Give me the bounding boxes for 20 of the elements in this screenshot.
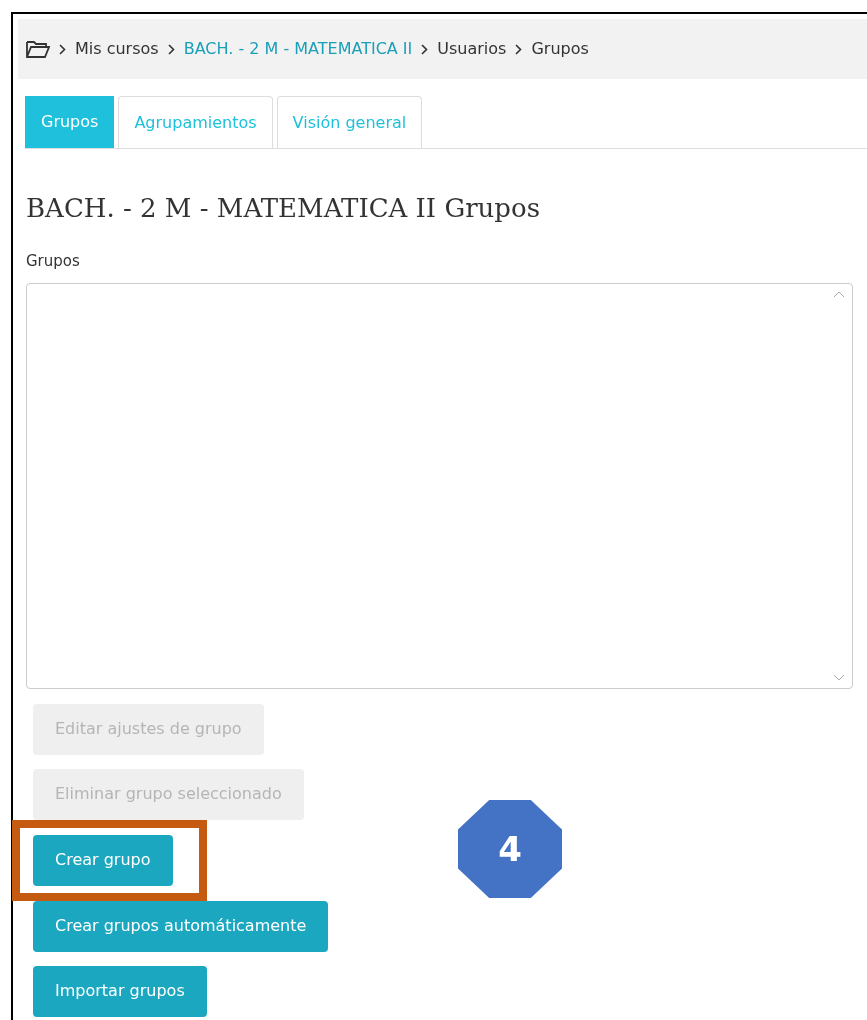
action-button[interactable]: Crear grupo: [33, 834, 173, 886]
scroll-down-icon[interactable]: [833, 673, 845, 682]
folder-icon: [26, 39, 50, 59]
chevron-icon: [515, 43, 523, 55]
chevron-icon: [421, 43, 429, 55]
chevron-icon: [59, 43, 66, 55]
breadcrumb-item[interactable]: Grupos: [531, 37, 589, 61]
action-button[interactable]: Crear grupos automáticamente: [33, 900, 329, 952]
tab[interactable]: Grupos: [25, 96, 115, 148]
scroll-up-icon[interactable]: [833, 289, 845, 298]
tab[interactable]: Visión general: [276, 96, 423, 148]
tab[interactable]: Agrupamientos: [118, 96, 273, 148]
chevron-icon: [167, 43, 175, 55]
page-heading: BACH. - 2 M - MATEMATICA II Grupos: [26, 192, 541, 225]
step-number-badge: 4: [458, 800, 562, 898]
action-button[interactable]: Importar grupos: [33, 965, 207, 1017]
breadcrumb-link[interactable]: BACH. - 2 M - MATEMATICA II: [183, 37, 413, 61]
breadcrumb-item[interactable]: Usuarios: [437, 37, 507, 61]
field-label: Grupos: [26, 251, 81, 272]
breadcrumb-item[interactable]: Mis cursos: [75, 37, 159, 61]
